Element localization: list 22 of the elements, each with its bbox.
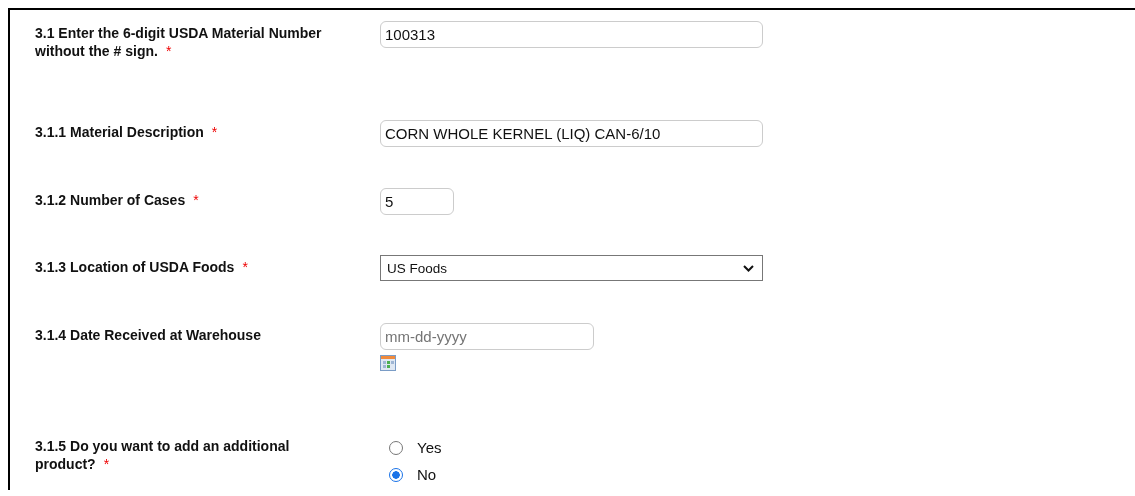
question-label: 3.1.2 Number of Cases *: [35, 191, 200, 209]
question-label: 3.1.5 Do you want to add an additional product? *: [35, 437, 291, 473]
chevron-down-icon: [743, 264, 754, 272]
required-asterisk: *: [242, 259, 248, 275]
radio-button[interactable]: [389, 467, 403, 482]
input-field[interactable]: 5: [380, 188, 454, 215]
input-field[interactable]: 100313: [380, 21, 763, 48]
input-field[interactable]: CORN WHOLE KERNEL (LIQ) CAN-6/10: [380, 120, 763, 147]
calendar-icon[interactable]: [380, 355, 396, 371]
question-label: 3.1.1 Material Description *: [35, 123, 219, 141]
required-asterisk: *: [103, 456, 110, 472]
required-asterisk: *: [211, 124, 218, 140]
radio-label[interactable]: Yes: [417, 439, 442, 456]
date-field[interactable]: mm-dd-yyyy: [380, 323, 594, 350]
radio-label[interactable]: No: [417, 466, 437, 483]
question-label: 3.1.3 Location of USDA Foods *: [35, 258, 249, 276]
question-label: 3.1.4 Date Received at Warehouse: [35, 326, 262, 344]
required-asterisk: *: [193, 192, 199, 208]
question-label: 3.1 Enter the 6-digit USDA Material Number without the # sign. *: [35, 24, 323, 60]
radio-button[interactable]: [389, 440, 403, 455]
location-dropdown[interactable]: US Foods: [380, 255, 763, 281]
required-asterisk: *: [165, 43, 172, 59]
